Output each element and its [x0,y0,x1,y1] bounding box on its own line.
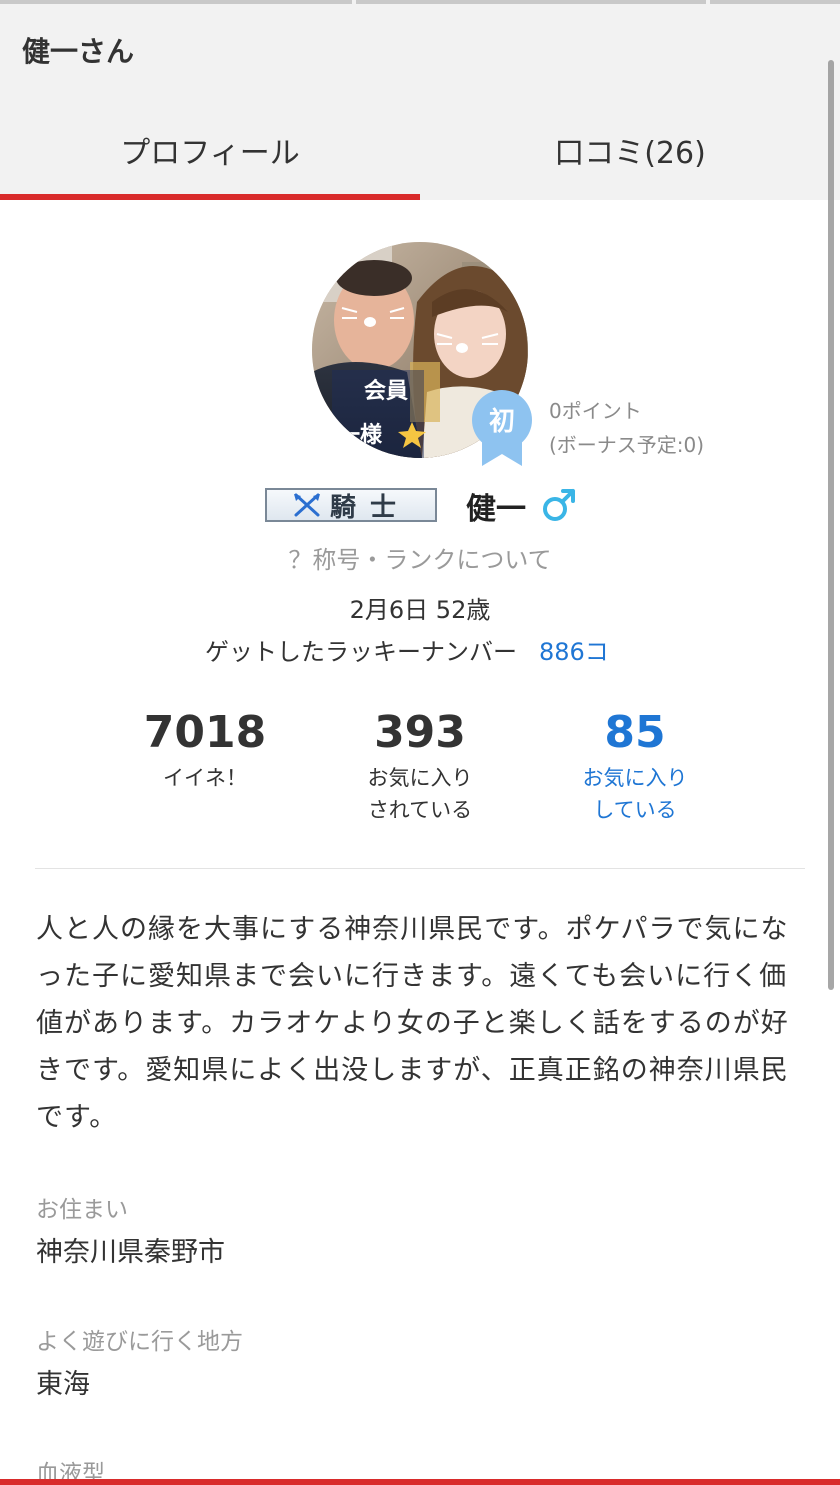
rank-title: 騎士 [329,492,410,523]
scrollbar[interactable] [828,60,834,990]
stat-likes: 7018 イイネ！ [115,706,295,794]
points-info: 0ポイント (ボーナス予定:0) [549,394,704,462]
ribbon-badge-icon: 初 [472,390,532,466]
residence-label: お住まい [36,1197,128,1223]
stat-favorited-by: 393 お気に入りされている [330,706,510,826]
frequent-area-value: 東海 [36,1369,90,1400]
top-strip [710,0,840,4]
bottom-accent-bar [0,1479,840,1485]
user-name: 健一 [466,492,526,527]
stat-label-line: お気に入り [582,766,688,790]
lucky-number-row: ゲットしたラッキーナンバー 886コ [205,632,609,667]
male-gender-icon [543,489,575,521]
top-edge-strips [0,0,840,4]
lucky-number-link[interactable]: 886コ [539,638,609,666]
tab-profile[interactable]: プロフィール [0,100,420,200]
rank-badge: 騎士 [265,488,437,523]
stat-label: お気に入りされている [330,762,510,826]
page-title: 健一さん [22,35,135,68]
avatar-overlay-text: 一様 [338,422,383,448]
frequent-area-label: よく遊びに行く地方 [36,1329,243,1355]
crossed-swords-icon [293,493,320,517]
stat-label-line: されている [367,798,473,822]
section-divider [35,868,805,869]
header-area: 健一さん プロフィール 口コミ(26) [0,0,840,200]
lucky-number-label: ゲットしたラッキーナンバー [205,638,517,666]
first-badge-text: 初 [489,407,515,437]
stat-label: イイネ！ [163,766,247,790]
stat-value: 393 [374,707,466,758]
bonus-value: (ボーナス予定:0) [549,433,705,457]
points-value: 0ポイント [549,399,642,423]
profile-bio: 人と人の縁を大事にする神奈川県民です。ポケパラで気になった子に愛知県まで会いに行… [36,914,789,1133]
rank-info-link[interactable]: ？称号・ランクについて [0,540,840,575]
top-strip [0,0,352,4]
tab-reviews[interactable]: 口コミ(26) [420,100,840,200]
stat-label: お気に入り している [545,762,725,826]
stat-value: 85 [604,707,666,758]
residence-value: 神奈川県秦野市 [36,1237,225,1268]
tab-bar: プロフィール 口コミ(26) [0,100,840,200]
first-time-badge: 初 [470,388,534,468]
top-strip [356,0,706,4]
birthday-age: 2月6日 52歳 [349,596,491,624]
avatar-overlay-text: 会員 [364,378,408,404]
stat-label-line: している [593,798,677,822]
stat-value: 7018 [143,707,267,758]
stat-label-line: お気に入り [367,766,473,790]
stat-favorites-link[interactable]: 85 お気に入りしている [545,706,725,826]
